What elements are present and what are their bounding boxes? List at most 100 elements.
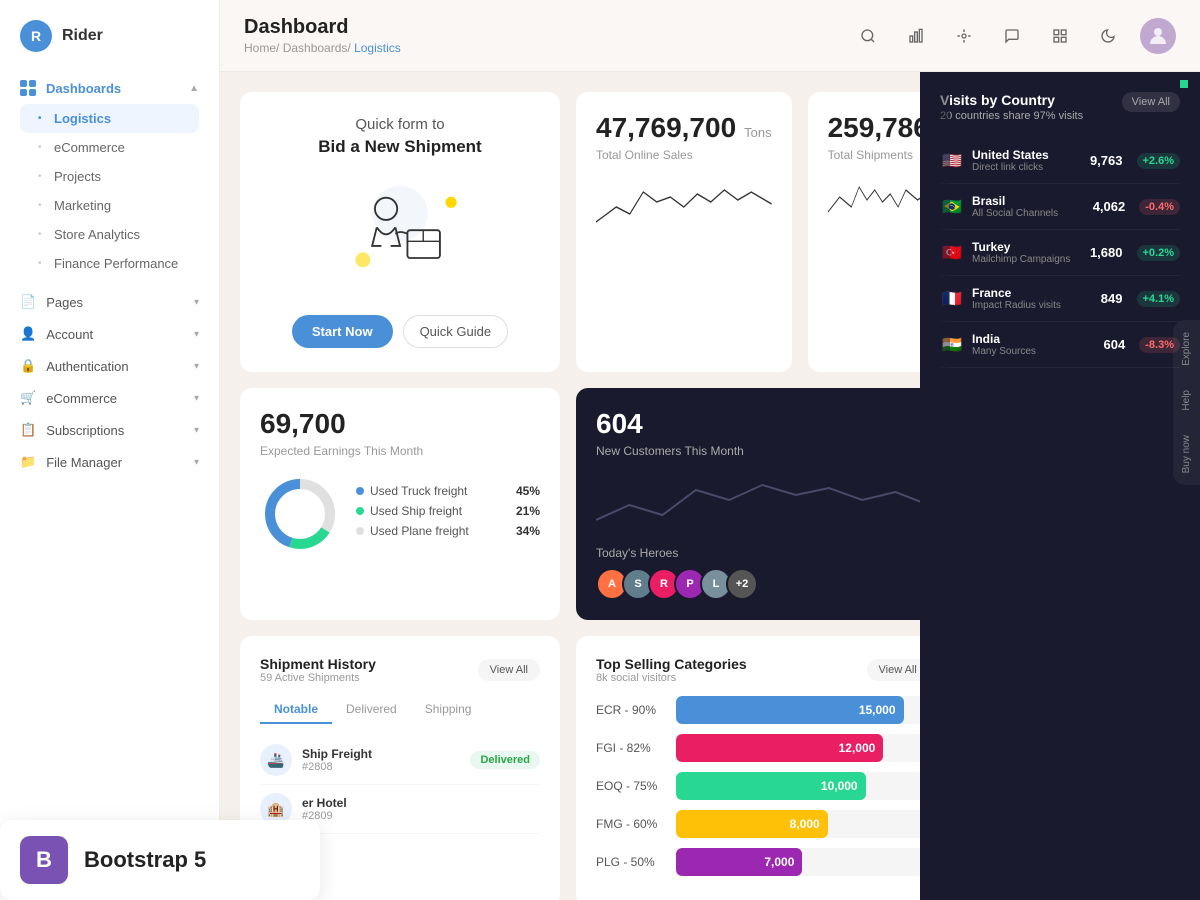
country-row: 🇹🇷 Turkey Mailchimp Campaigns 1,680 +0.2… xyxy=(940,230,1180,276)
bar-value: 12,000 xyxy=(839,741,876,755)
ecommerce-label: eCommerce xyxy=(46,391,117,406)
total-shipments-label: Total Shipments xyxy=(828,148,920,162)
shipment-row-1: 🚢 Ship Freight #2808 Delivered xyxy=(260,736,540,785)
subscriptions-label: Subscriptions xyxy=(46,423,124,438)
categories-bars: ECR - 90% 15,000 FGI - 82% 12,000 EOQ - … xyxy=(596,696,920,876)
sidebar-item-projects[interactable]: Projects xyxy=(10,162,209,191)
bar-track: 12,000 xyxy=(676,734,920,762)
tab-notable[interactable]: Notable xyxy=(260,696,332,724)
account-icon: 👤 xyxy=(20,326,36,342)
country-source: Direct link clicks xyxy=(972,162,1082,173)
chevron-up-icon: ▲ xyxy=(189,83,199,94)
breadcrumb-dashboards: Dashboards/ xyxy=(283,41,354,55)
promo-title: Quick form to xyxy=(318,116,481,133)
visits-view-all-button[interactable]: View All xyxy=(1122,92,1180,112)
earnings-card: 69,700 Expected Earnings This Month xyxy=(240,388,560,620)
file-icon: 📁 xyxy=(20,454,36,470)
country-change: -0.4% xyxy=(1139,199,1180,215)
new-customers-chart xyxy=(596,470,920,530)
country-row: 🇧🇷 Brasil All Social Channels 4,062 -0.4… xyxy=(940,184,1180,230)
shipment-name: Ship Freight xyxy=(302,747,470,761)
sidebar-item-ecommerce[interactable]: eCommerce xyxy=(10,133,209,162)
categories-view-all-button[interactable]: View All xyxy=(867,659,921,681)
chart-icon[interactable] xyxy=(900,20,932,52)
quick-guide-button[interactable]: Quick Guide xyxy=(403,315,509,348)
account-label: Account xyxy=(46,327,93,342)
header-left: Dashboard Home/ Dashboards/ Logistics xyxy=(244,16,401,55)
categories-subtitle: 8k social visitors xyxy=(596,672,747,684)
dashboards-group[interactable]: Dashboards ▲ xyxy=(10,72,209,104)
promo-illustration xyxy=(264,167,536,297)
chevron-down-icon6: ▾ xyxy=(194,457,199,468)
theme-toggle-icon[interactable] xyxy=(1092,20,1124,52)
country-info: France Impact Radius visits xyxy=(972,286,1093,311)
ecommerce-sidebar-row[interactable]: 🛒 eCommerce ▾ xyxy=(10,382,209,414)
legend-truck: Used Truck freight 45% xyxy=(356,484,540,498)
chevron-down-icon2: ▾ xyxy=(194,329,199,340)
subscriptions-row[interactable]: 📋 Subscriptions ▾ xyxy=(10,414,209,446)
authentication-row[interactable]: 🔒 Authentication ▾ xyxy=(10,350,209,382)
pages-row[interactable]: 📄 Pages ▾ xyxy=(10,286,209,318)
countries-list: 🇺🇸 United States Direct link clicks 9,76… xyxy=(940,138,1180,368)
chevron-down-icon5: ▾ xyxy=(194,425,199,436)
logo[interactable]: R Rider xyxy=(0,20,219,72)
apps-icon[interactable] xyxy=(1044,20,1076,52)
page-title: Dashboard xyxy=(244,16,401,39)
file-manager-row[interactable]: 📁 File Manager ▾ xyxy=(10,446,209,478)
legend-ship: Used Ship freight 21% xyxy=(356,504,540,518)
notifications-icon[interactable] xyxy=(996,20,1028,52)
shipment-name-2: er Hotel xyxy=(302,796,540,810)
pages-label: Pages xyxy=(46,295,83,310)
bar-row: PLG - 50% 7,000 xyxy=(596,848,920,876)
bar-value: 15,000 xyxy=(859,703,896,717)
bar-value: 7,000 xyxy=(764,855,794,869)
tab-shipping[interactable]: Shipping xyxy=(411,696,486,724)
shipment-icon: 🚢 xyxy=(260,744,292,776)
shipment-info: Ship Freight #2808 xyxy=(302,747,470,773)
account-row[interactable]: 👤 Account ▾ xyxy=(10,318,209,350)
mid-cards-row: 69,700 Expected Earnings This Month xyxy=(240,388,920,620)
legend-plane: Used Plane freight 34% xyxy=(356,524,540,538)
status-dot xyxy=(1180,80,1188,88)
sidebar-item-marketing[interactable]: Marketing xyxy=(10,191,209,220)
search-icon[interactable] xyxy=(852,20,884,52)
breadcrumb-current: Logistics xyxy=(354,41,401,55)
side-tab-explore[interactable]: Explore xyxy=(1173,320,1200,378)
country-visits: 849 xyxy=(1101,291,1123,306)
start-now-button[interactable]: Start Now xyxy=(292,315,393,348)
tab-delivered[interactable]: Delivered xyxy=(332,696,411,724)
pages-icon: 📄 xyxy=(20,294,36,310)
bootstrap-overlay: B Bootstrap 5 xyxy=(0,820,320,900)
content-main: Quick form to Bid a New Shipment xyxy=(220,72,920,900)
bar-fill: 12,000 xyxy=(676,734,883,762)
chevron-down-icon3: ▾ xyxy=(194,361,199,372)
categories-title: Top Selling Categories xyxy=(596,656,747,672)
sidebar-item-store-analytics[interactable]: Store Analytics xyxy=(10,220,209,249)
bar-row: ECR - 90% 15,000 xyxy=(596,696,920,724)
bar-label: ECR - 90% xyxy=(596,703,666,717)
country-source: Mailchimp Campaigns xyxy=(972,254,1082,265)
file-label: File Manager xyxy=(46,455,122,470)
chevron-down-icon: ▾ xyxy=(194,297,199,308)
country-visits: 604 xyxy=(1104,337,1126,352)
grid-icon xyxy=(20,80,36,96)
total-sales-card: 47,769,700 Tons Total Online Sales xyxy=(576,92,792,372)
bar-track: 10,000 xyxy=(676,772,920,800)
curve-decoration xyxy=(920,72,950,900)
sidebar-item-logistics[interactable]: Logistics xyxy=(20,104,199,133)
shipment-id-2: #2809 xyxy=(302,810,540,822)
user-avatar[interactable] xyxy=(1140,18,1176,54)
side-tab-buy-now[interactable]: Buy now xyxy=(1173,423,1200,485)
side-tab-help[interactable]: Help xyxy=(1173,378,1200,423)
sidebar-item-finance[interactable]: Finance Performance xyxy=(10,249,209,278)
shipment-view-all-button[interactable]: View All xyxy=(478,659,540,681)
bar-row: FMG - 60% 8,000 xyxy=(596,810,920,838)
header-right xyxy=(852,18,1176,54)
content-area: Quick form to Bid a New Shipment xyxy=(220,72,1200,900)
country-name: India xyxy=(972,332,1096,346)
grid-view-icon[interactable] xyxy=(948,20,980,52)
bar-fill: 15,000 xyxy=(676,696,904,724)
shipment-tabs: Notable Delivered Shipping xyxy=(260,696,540,724)
categories-card-header: Top Selling Categories 8k social visitor… xyxy=(596,656,920,684)
total-shipments-value: 259,786 xyxy=(828,112,920,144)
